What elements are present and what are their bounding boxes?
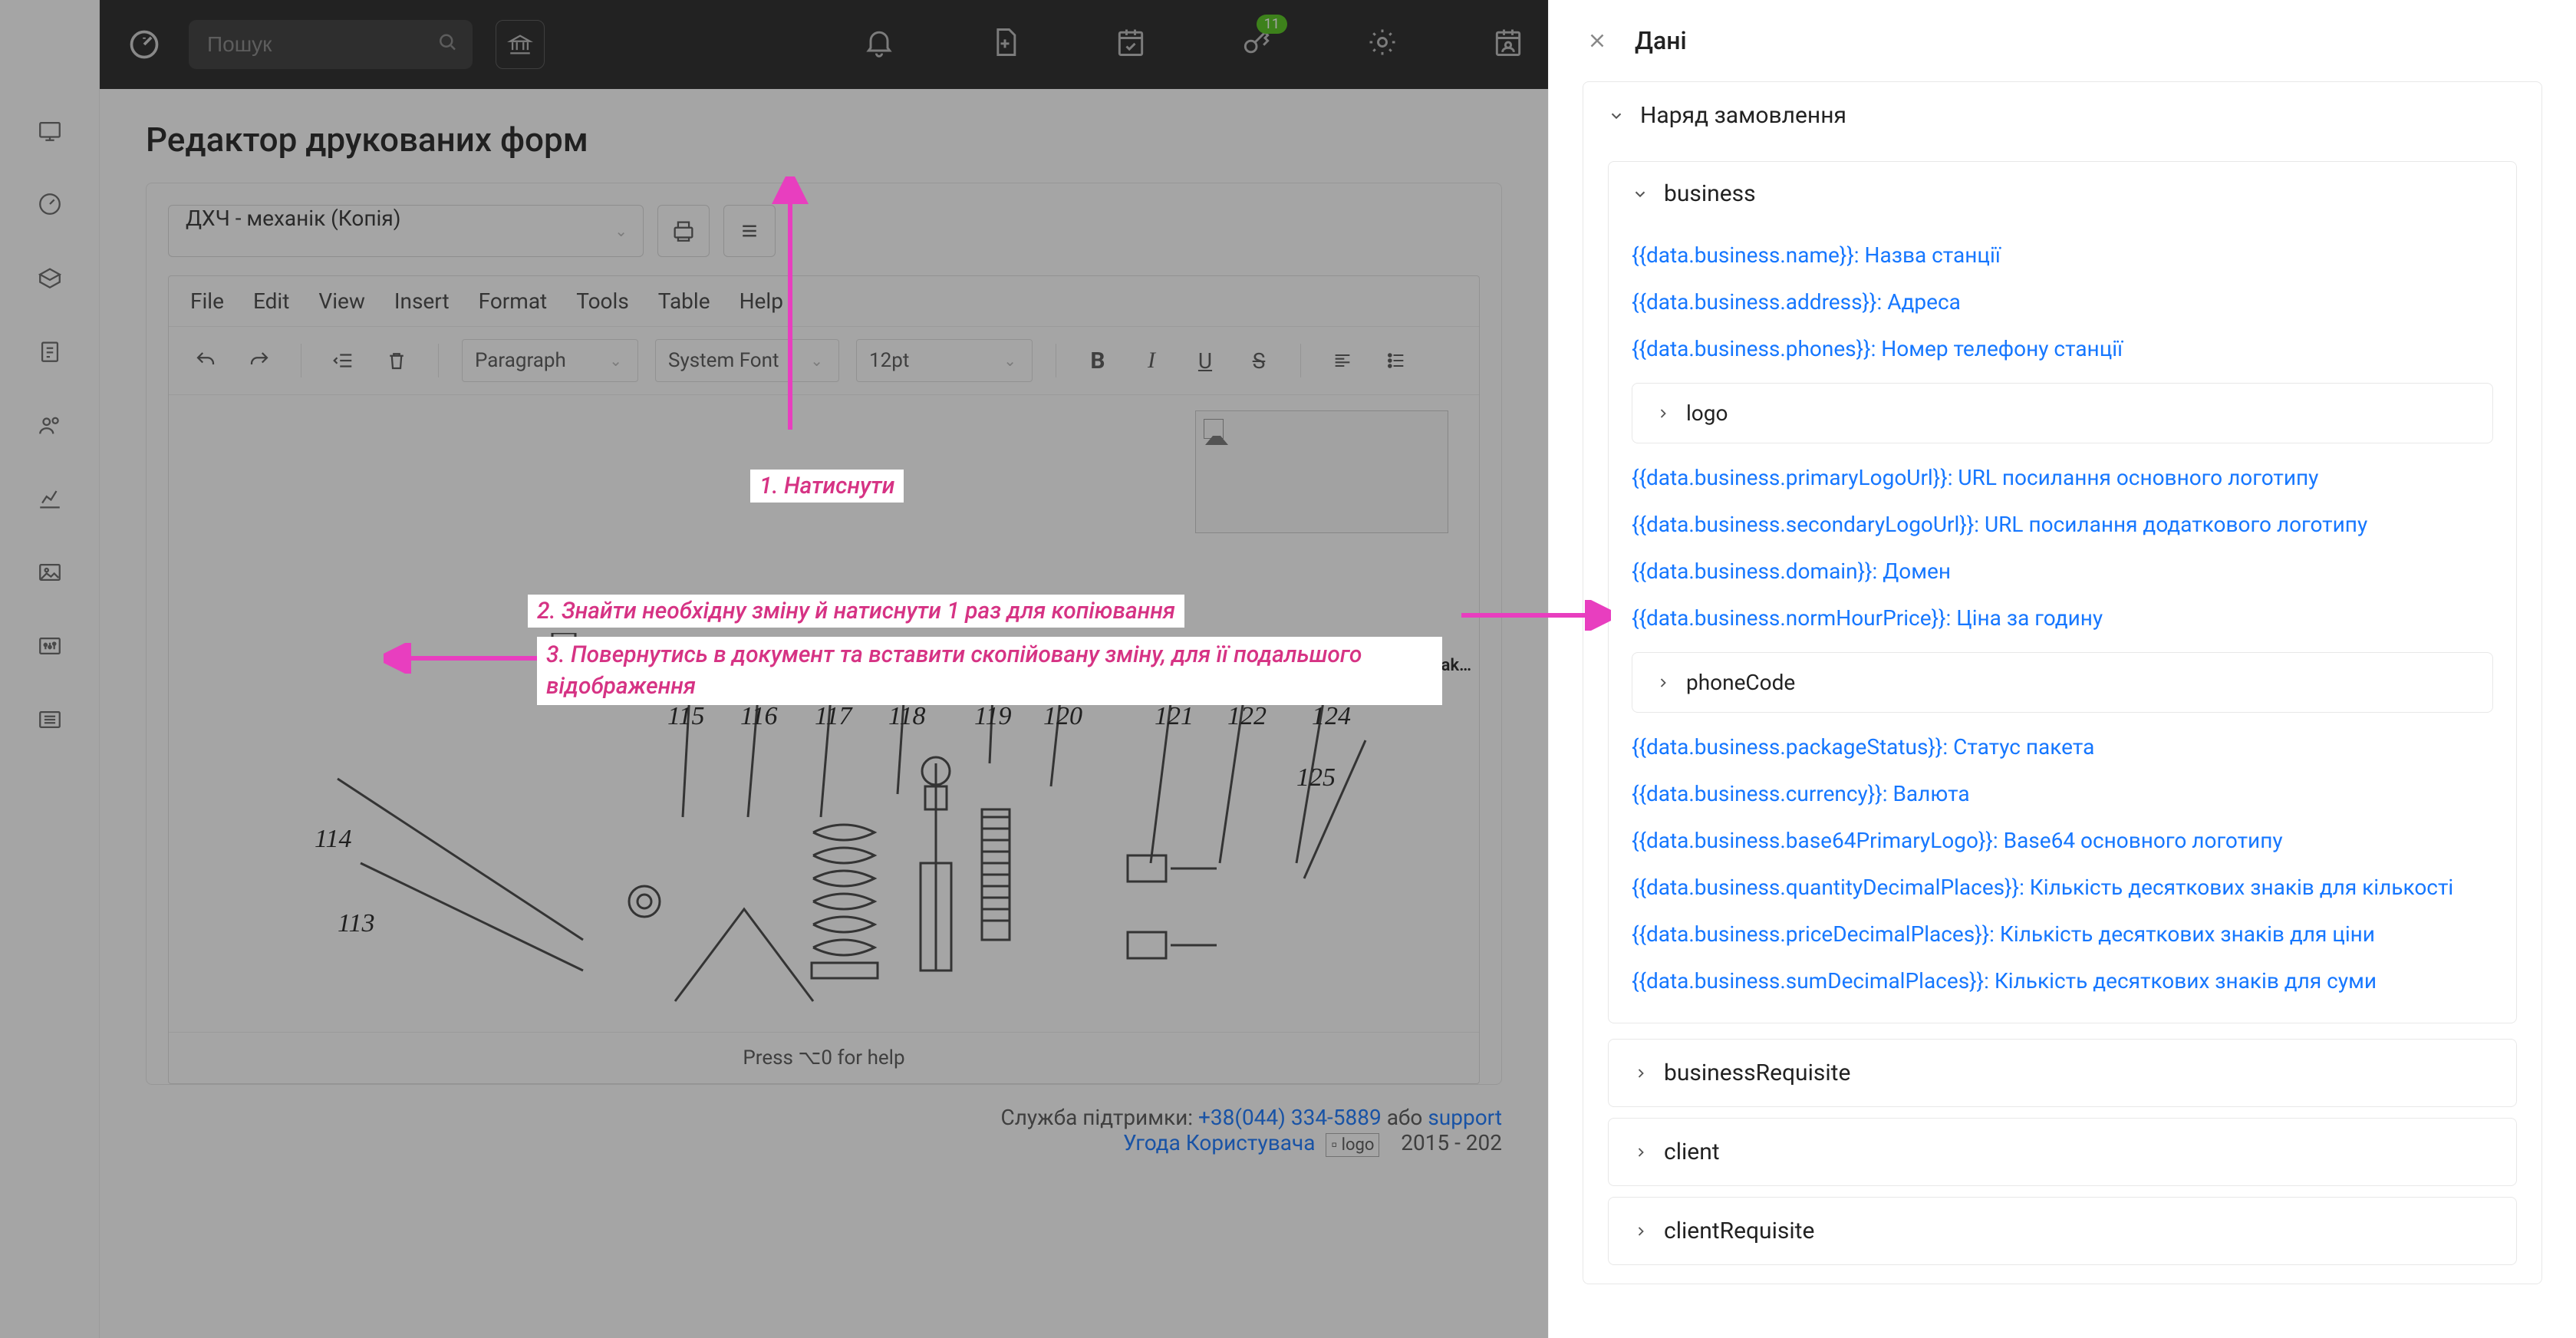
chevron-right-icon	[1655, 675, 1671, 690]
section-phonecode[interactable]: phoneCode	[1632, 653, 2492, 712]
chevron-right-icon	[1633, 1066, 1649, 1081]
annotation-step1: 1. Натиснути	[750, 470, 904, 503]
field-sum-decimals[interactable]: {{data.business.sumDecimalPlaces}}: Кіль…	[1632, 957, 2493, 1004]
section-client-requisite[interactable]: clientRequisite	[1608, 1197, 2517, 1265]
data-side-panel: Дані Наряд замовлення business {{data.bu…	[1548, 0, 2576, 1338]
field-business-address[interactable]: {{data.business.address}}: Адреса	[1632, 278, 2493, 325]
field-primary-logo-url[interactable]: {{data.business.primaryLogoUrl}}: URL по…	[1632, 454, 2493, 501]
annotation-step3: 3. Повернутись в документ та вставити ск…	[537, 637, 1442, 705]
section-business-requisite[interactable]: businessRequisite	[1608, 1039, 2517, 1107]
chevron-down-icon	[1632, 186, 1649, 203]
chevron-down-icon	[1608, 107, 1625, 124]
chevron-right-icon	[1633, 1224, 1649, 1239]
close-panel-button[interactable]	[1583, 26, 1612, 55]
side-panel-title: Дані	[1635, 26, 1687, 55]
field-business-domain[interactable]: {{data.business.domain}}: Домен	[1632, 548, 2493, 595]
field-base64-logo[interactable]: {{data.business.base64PrimaryLogo}}: Bas…	[1632, 817, 2493, 864]
field-qty-decimals[interactable]: {{data.business.quantityDecimalPlaces}}:…	[1632, 864, 2493, 911]
chevron-right-icon	[1633, 1145, 1649, 1160]
field-norm-hour-price[interactable]: {{data.business.normHourPrice}}: Ціна за…	[1632, 595, 2493, 641]
field-business-phones[interactable]: {{data.business.phones}}: Номер телефону…	[1632, 325, 2493, 372]
field-secondary-logo-url[interactable]: {{data.business.secondaryLogoUrl}}: URL …	[1632, 501, 2493, 548]
section-business[interactable]: business	[1609, 162, 2516, 226]
field-package-status[interactable]: {{data.business.packageStatus}}: Статус …	[1632, 723, 2493, 770]
section-order[interactable]: Наряд замовлення	[1583, 82, 2541, 149]
section-client[interactable]: client	[1608, 1118, 2517, 1186]
field-business-name[interactable]: {{data.business.name}}: Назва станції	[1632, 232, 2493, 278]
annotation-step2: 2. Знайти необхідну зміну й натиснути 1 …	[528, 595, 1184, 628]
section-logo[interactable]: logo	[1632, 384, 2492, 443]
field-currency[interactable]: {{data.business.currency}}: Валюта	[1632, 770, 2493, 817]
chevron-right-icon	[1655, 406, 1671, 421]
field-price-decimals[interactable]: {{data.business.priceDecimalPlaces}}: Кі…	[1632, 911, 2493, 957]
